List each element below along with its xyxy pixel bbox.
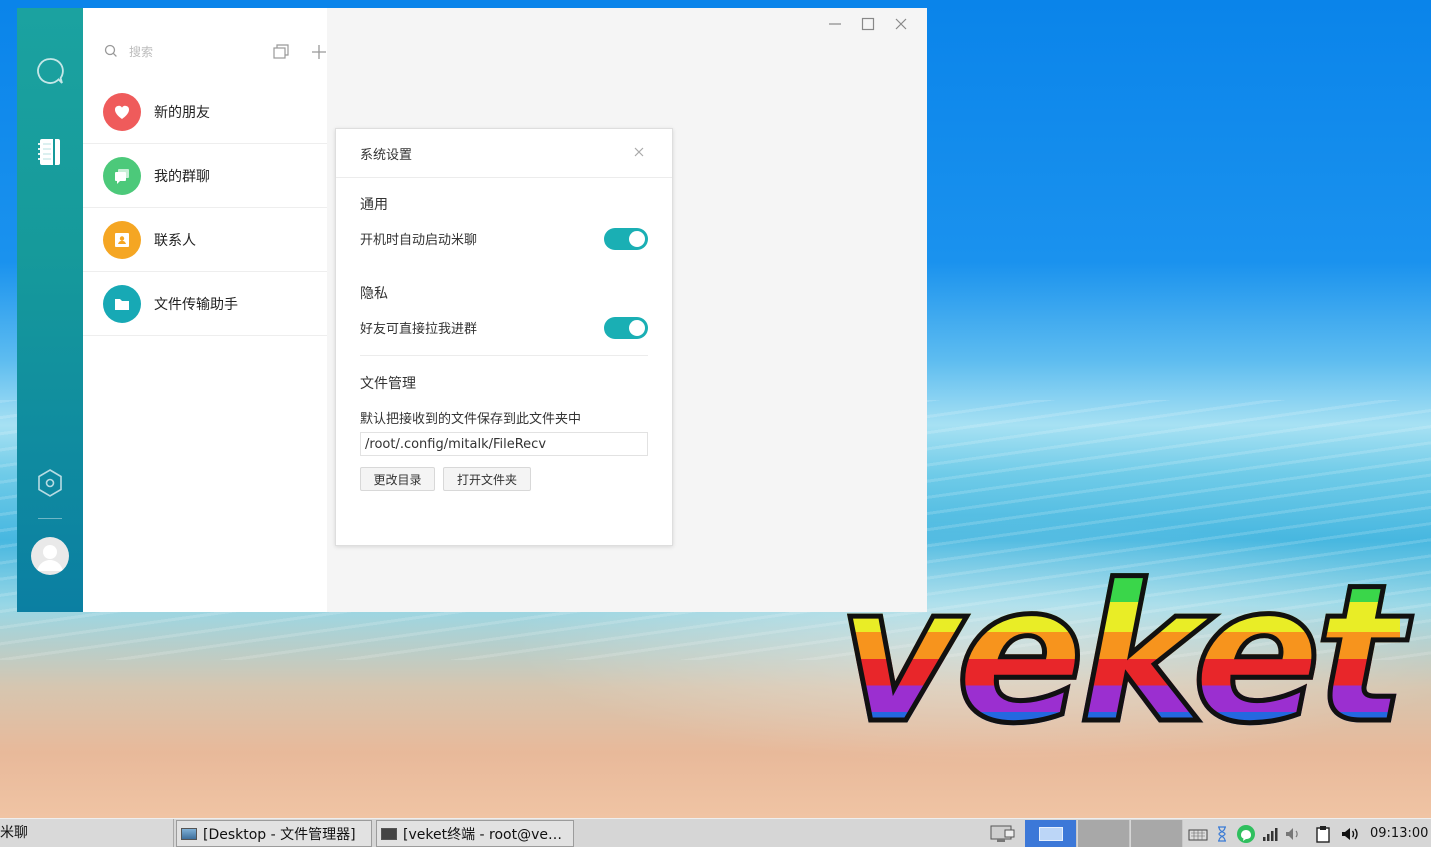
workspace-2[interactable]	[1078, 820, 1130, 847]
search-icon	[103, 43, 119, 59]
taskbar-item-label: [veket终端 - root@ve…	[403, 826, 562, 843]
contact-card-icon	[103, 221, 141, 259]
contact-label: 新的朋友	[154, 105, 210, 121]
contact-item-group-chats[interactable]: 我的群聊	[83, 144, 327, 208]
workspace-window-preview	[1039, 827, 1063, 841]
divider	[360, 355, 648, 356]
section-heading-files: 文件管理	[360, 376, 416, 392]
contact-item-file-transfer[interactable]: 文件传输助手	[83, 272, 327, 336]
mitalk-tray-icon[interactable]	[1236, 824, 1256, 844]
minimize-icon[interactable]	[827, 16, 843, 32]
folder-icon	[103, 285, 141, 323]
open-folder-button[interactable]: 打开文件夹	[443, 467, 531, 491]
taskbar-app-label[interactable]: 米聊	[0, 819, 174, 847]
speaker-icon[interactable]	[1340, 824, 1360, 844]
change-directory-button[interactable]: 更改目录	[360, 467, 435, 491]
chat-bubble-icon[interactable]	[34, 55, 66, 87]
taskbar-item-label: [Desktop - 文件管理器]	[203, 826, 356, 843]
autostart-toggle[interactable]	[604, 228, 648, 250]
terminal-icon	[381, 827, 397, 840]
search-bar	[103, 42, 326, 62]
contact-panel: 新的朋友 我的群聊 联系人 文件传输助手	[83, 8, 327, 612]
clock: 09:13:00	[1370, 826, 1429, 841]
close-icon[interactable]	[893, 16, 909, 32]
settings-dialog: 系统设置 通用 开机时自动启动米聊 隐私 好友可直接拉我进群 文件管理 默认把接…	[335, 128, 673, 546]
contacts-book-icon[interactable]	[34, 136, 66, 168]
workspace-3[interactable]	[1131, 820, 1183, 847]
mitalk-window: 新的朋友 我的群聊 联系人 文件传输助手	[17, 8, 927, 612]
add-icon[interactable]	[309, 42, 329, 62]
file-save-description: 默认把接收到的文件保存到此文件夹中	[360, 412, 582, 427]
hourglass-icon[interactable]	[1212, 824, 1232, 844]
contact-item-contacts[interactable]: 联系人	[83, 208, 327, 272]
taskbar-item-terminal[interactable]: [veket终端 - root@ve…	[376, 820, 574, 847]
dialog-title: 系统设置	[360, 148, 413, 163]
taskbar: 米聊 [Desktop - 文件管理器] [veket终端 - root@ve……	[0, 818, 1431, 847]
divider	[336, 177, 672, 178]
keyboard-icon[interactable]	[1188, 824, 1208, 844]
contact-label: 文件传输助手	[154, 297, 238, 313]
section-heading-general: 通用	[360, 197, 388, 213]
group-invite-toggle[interactable]	[604, 317, 648, 339]
heart-icon	[103, 93, 141, 131]
maximize-icon[interactable]	[860, 16, 876, 32]
window-controls	[827, 16, 909, 32]
new-chat-window-icon[interactable]	[271, 42, 291, 62]
avatar[interactable]	[31, 537, 69, 575]
search-input[interactable]	[129, 42, 239, 62]
workspace-1[interactable]	[1025, 820, 1077, 847]
monitor-icon	[181, 827, 197, 840]
contact-item-new-friends[interactable]: 新的朋友	[83, 80, 327, 144]
file-path-field[interactable]	[360, 432, 648, 456]
settings-hexagon-icon[interactable]	[34, 467, 66, 499]
contact-label: 联系人	[154, 233, 196, 249]
group-invite-label: 好友可直接拉我进群	[360, 322, 478, 337]
network-signal-icon[interactable]	[1260, 824, 1280, 844]
toggle-knob	[629, 320, 645, 336]
group-chat-icon	[103, 157, 141, 195]
taskbar-item-file-manager[interactable]: [Desktop - 文件管理器]	[176, 820, 372, 847]
toggle-knob	[629, 231, 645, 247]
nav-rail	[17, 8, 83, 612]
dialog-close-icon[interactable]	[632, 145, 646, 159]
clipboard-icon[interactable]	[1313, 824, 1333, 844]
autostart-label: 开机时自动启动米聊	[360, 233, 478, 248]
section-heading-privacy: 隐私	[360, 286, 388, 302]
show-desktop-icon[interactable]	[988, 823, 1016, 844]
contact-label: 我的群聊	[154, 169, 210, 185]
volume-icon[interactable]	[1283, 824, 1303, 844]
rail-divider	[38, 518, 62, 519]
